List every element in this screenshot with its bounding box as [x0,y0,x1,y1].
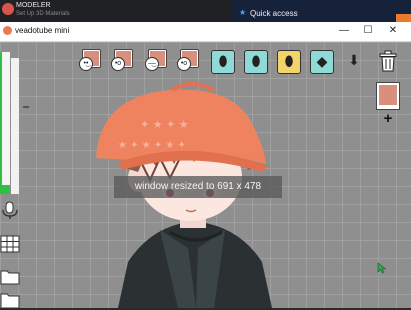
state-1-button[interactable]: •͜• [79,49,101,71]
avatar-slot-thumbnail[interactable] [376,82,400,110]
app-logo-icon [2,3,14,15]
state-2-button[interactable]: •o [111,49,133,71]
status-toast: window resized to 691 x 478 [114,176,282,198]
import-tool[interactable]: ⬇ [343,50,365,72]
threshold-handle[interactable] [23,105,29,108]
keyhole-icon: ⬮ [251,53,261,69]
state-face-icon: –͜– [145,57,159,71]
keyhole-icon: ⬮ [218,53,228,69]
folder-icon[interactable] [0,266,20,286]
keyhole-icon: ⬮ [284,53,294,69]
threshold-slider[interactable] [11,58,29,194]
grid-icon[interactable] [0,234,20,254]
volume-meter-edge [0,52,2,194]
avatar-highlight-tool[interactable]: ⬮ [277,50,301,74]
svg-text:★ ✦ ★ ✦ ★ ✦: ★ ✦ ★ ✦ ★ ✦ [118,140,186,151]
volume-meter [0,52,10,194]
window-title: veadotube mini [15,26,70,35]
state-face-icon: •͜• [79,57,93,71]
svg-text:✦ ★ ✦ ★: ✦ ★ ✦ ★ [140,118,189,131]
close-button[interactable]: ✕ [384,24,402,38]
volume-meter-fill [0,185,10,194]
window-titlebar: veadotube mini — ☐ ✕ [0,22,411,42]
avatar-hop-tool[interactable]: ⬮ [211,50,235,74]
app-subtitle: Set Up 3D Materials [16,11,70,17]
app-title: MODELER [16,2,51,9]
taskbar: MODELER Set Up 3D Materials ★ Quick acce… [0,0,411,22]
app-icon [3,26,12,35]
state-face-icon: •o [111,57,125,71]
hotkey-tool[interactable]: ◆ [310,50,334,74]
maximize-button[interactable]: ☐ [359,24,377,38]
state-4-button[interactable]: •o [177,49,199,71]
add-avatar-button[interactable]: + [381,111,395,126]
state-face-icon: •o [177,57,191,71]
star-icon: ★ [239,8,247,17]
avatar-canvas[interactable]: ✦ ★ ✦ ★ ★ ✦ ★ ✦ ★ ✦ [0,42,411,308]
taskbar-app-tile[interactable]: MODELER Set Up 3D Materials [0,0,232,22]
state-3-button[interactable]: –͜– [145,49,167,71]
trash-icon[interactable] [377,49,399,73]
avatar-illustration: ✦ ★ ✦ ★ ★ ✦ ★ ✦ ★ ✦ [96,82,272,308]
quick-access-label[interactable]: Quick access [250,9,298,18]
key-icon: ◆ [316,53,328,69]
mouse-cursor-icon [377,262,387,274]
download-icon: ⬇ [348,52,360,68]
avatar-shake-tool[interactable]: ⬮ [244,50,268,74]
minimize-button[interactable]: — [335,24,353,38]
microphone-icon[interactable] [0,200,20,220]
save-icon[interactable] [0,290,20,310]
taskbar-accent [396,14,411,22]
